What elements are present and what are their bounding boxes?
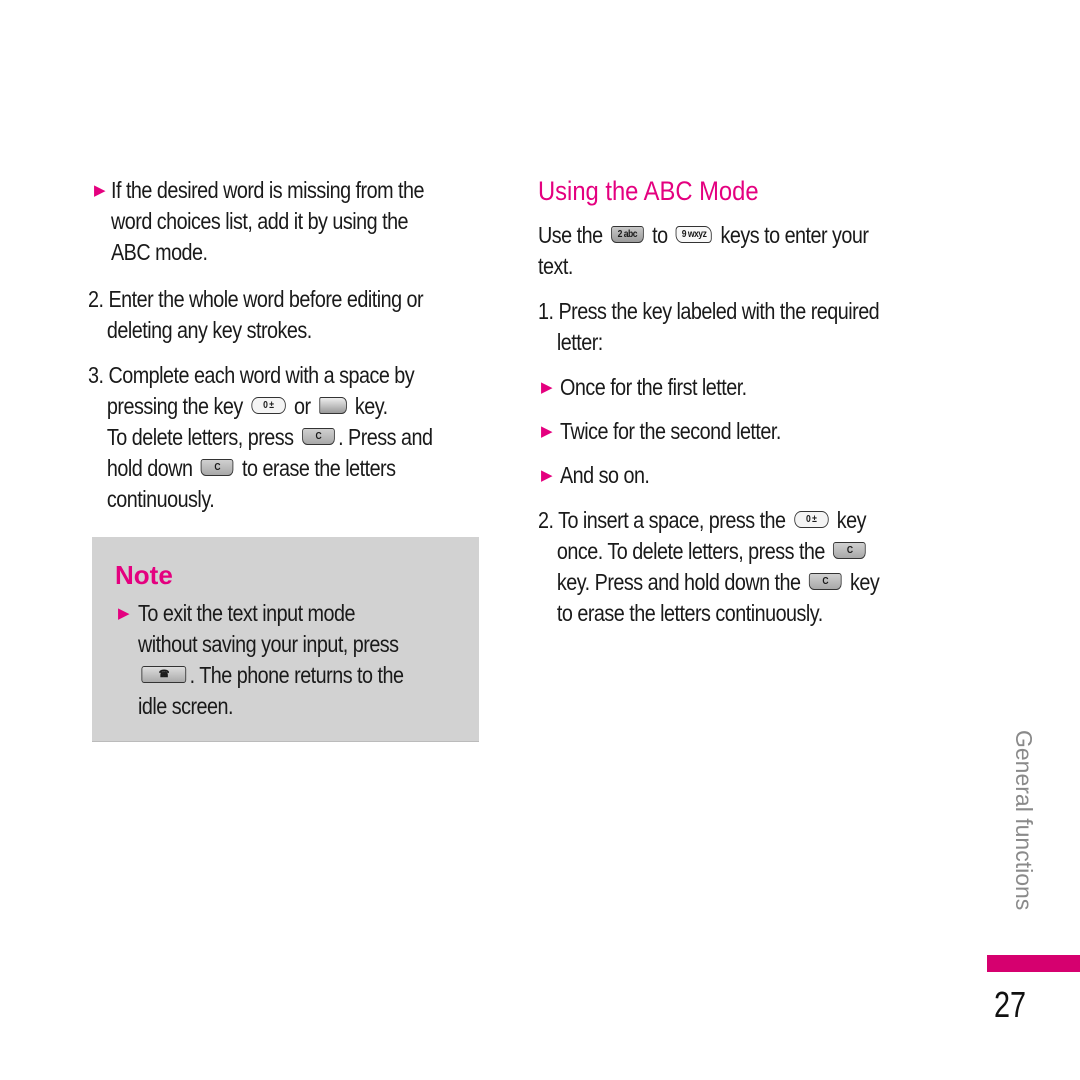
list-item-2-right: 2. To insert a space, press the 0 ± key … bbox=[538, 507, 880, 626]
section-bar bbox=[987, 955, 1080, 972]
list-item-1: 1. Press the key labeled with the requir… bbox=[538, 298, 880, 355]
clear-key-icon: C bbox=[301, 428, 335, 446]
bullet-arrow-icon: ▶ bbox=[118, 605, 130, 622]
section-label: General functions bbox=[1011, 730, 1037, 911]
two-key-icon: 2 abc bbox=[610, 226, 644, 244]
clear-key-icon: C bbox=[808, 573, 842, 591]
list-item-2: 2. Enter the whole word before editing o… bbox=[88, 286, 424, 343]
nine-key-icon: 9 wxyz bbox=[675, 226, 713, 244]
note-text: To exit the text input mode without savin… bbox=[138, 600, 404, 719]
clear-key-icon: C bbox=[200, 459, 234, 477]
clear-key-icon: C bbox=[833, 542, 867, 560]
page-number: 27 bbox=[994, 984, 1027, 1025]
zero-key-icon: 0 ± bbox=[251, 397, 286, 415]
end-key-icon: ☎ bbox=[141, 666, 187, 684]
bullet-text: If the desired word is missing from the w… bbox=[111, 177, 424, 265]
note-title: Note bbox=[115, 560, 173, 590]
list-item-3: 3. Complete each word with a space by pr… bbox=[88, 362, 433, 512]
bullet-item: Once for the first letter. bbox=[560, 374, 747, 400]
section-heading: Using the ABC Mode bbox=[538, 176, 759, 206]
intro-text: Use the 2 abc to 9 wxyz keys to enter yo… bbox=[538, 222, 869, 279]
bullet-arrow-icon: ▶ bbox=[541, 423, 553, 440]
bullet-arrow-icon: ▶ bbox=[94, 182, 106, 199]
bullet-arrow-icon: ▶ bbox=[541, 379, 553, 396]
zero-key-icon: 0 ± bbox=[793, 511, 829, 529]
bullet-arrow-icon: ▶ bbox=[541, 467, 553, 484]
bullet-item: And so on. bbox=[560, 462, 650, 488]
bullet-item: Twice for the second letter. bbox=[560, 418, 781, 444]
space-key-icon bbox=[318, 397, 347, 415]
